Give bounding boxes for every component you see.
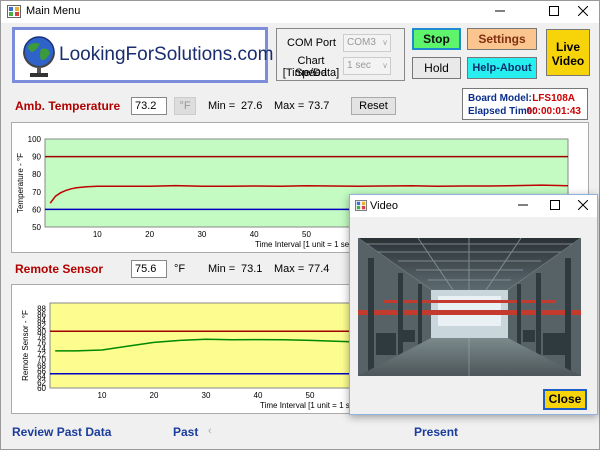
y-tick-label: 100 bbox=[28, 135, 42, 144]
remote-sensor-value: 75.6 bbox=[131, 260, 167, 278]
com-port-label: COM Port bbox=[287, 37, 336, 49]
remote-sensor-label: Remote Sensor bbox=[15, 262, 104, 276]
elapsed-time-value: 00:00:01:43 bbox=[526, 106, 581, 117]
y-tick-label: 80 bbox=[32, 170, 41, 179]
review-past-data-link[interactable]: Review Past Data bbox=[12, 425, 111, 439]
y-tick-label: 50 bbox=[32, 223, 41, 232]
remote-unit-label: °F bbox=[174, 263, 186, 275]
chevron-down-icon: ∨ bbox=[382, 61, 388, 70]
close-window-button[interactable] bbox=[565, 1, 600, 23]
y-tick-label: 90 bbox=[32, 153, 41, 162]
x-axis-label: Time Interval [1 unit = 1 seco bbox=[260, 401, 363, 410]
title-bar: Main Menu bbox=[1, 1, 599, 23]
y-axis-label: Temperature - °F bbox=[16, 153, 25, 213]
x-tick-label: 30 bbox=[202, 391, 211, 400]
x-tick-label: 30 bbox=[197, 230, 206, 239]
amb-unit-toggle[interactable]: °F bbox=[174, 97, 196, 115]
live-video-label-1: Live bbox=[555, 40, 580, 54]
past-label: Past bbox=[173, 425, 199, 439]
live-video-label-2: Video bbox=[551, 54, 585, 68]
chevron-left-icon[interactable]: ‹ bbox=[208, 425, 212, 437]
main-window: Main Menu LookingForSolutions.com COM Po… bbox=[0, 0, 600, 450]
minimize-button[interactable] bbox=[482, 1, 518, 23]
y-tick-label: 88 bbox=[37, 305, 46, 314]
y-tick-label: 60 bbox=[32, 205, 41, 214]
remote-max-label: Max = bbox=[274, 263, 305, 275]
x-tick-label: 10 bbox=[93, 230, 102, 239]
history-scrollbar[interactable]: ‹ bbox=[206, 425, 409, 439]
close-icon bbox=[577, 199, 589, 211]
video-window-title: Video bbox=[370, 200, 398, 212]
globe-icon bbox=[23, 36, 55, 77]
com-settings-group: COM Port COM3 ∨ Chart Speed [Time/Data] … bbox=[276, 28, 405, 81]
x-tick-label: 10 bbox=[98, 391, 107, 400]
present-label: Present bbox=[414, 425, 459, 439]
chevron-down-icon: ∨ bbox=[382, 38, 388, 47]
x-tick-label: 40 bbox=[250, 230, 259, 239]
amb-temperature-label: Amb. Temperature bbox=[15, 99, 121, 113]
x-tick-label: 20 bbox=[150, 391, 159, 400]
video-window: Video Close bbox=[349, 194, 598, 415]
y-axis-label: Remote Sensor - °F bbox=[21, 310, 30, 381]
reset-button[interactable]: Reset bbox=[351, 97, 396, 115]
live-video-button[interactable]: Live Video bbox=[546, 29, 590, 76]
remote-min-label: Min = bbox=[208, 263, 236, 275]
video-feed bbox=[358, 238, 581, 376]
board-model-label: Board Model: bbox=[468, 93, 532, 104]
maximize-icon bbox=[549, 6, 559, 16]
maximize-icon bbox=[550, 200, 560, 210]
x-tick-label: 20 bbox=[145, 230, 154, 239]
amb-min-value: 27.6 bbox=[241, 100, 263, 112]
stop-button[interactable]: Stop bbox=[412, 28, 461, 50]
x-axis-label: Time Interval [1 unit = 1 seco bbox=[255, 240, 358, 249]
chart-speed-select[interactable]: 1 sec ∨ bbox=[343, 57, 391, 75]
board-info-panel: Board Model: LFS108A Elapsed Time: 00:00… bbox=[462, 88, 588, 120]
video-minimize-button[interactable] bbox=[507, 195, 539, 217]
elapsed-time-label: Elapsed Time: bbox=[468, 106, 536, 117]
amb-max-label: Max = bbox=[274, 100, 305, 112]
close-icon bbox=[577, 5, 589, 17]
window-title: Main Menu bbox=[26, 5, 81, 17]
settings-button[interactable]: Settings bbox=[467, 28, 537, 50]
video-close-window-button[interactable] bbox=[567, 195, 599, 217]
hold-button[interactable]: Hold bbox=[412, 57, 461, 79]
chart-speed-value: 1 sec bbox=[347, 60, 371, 71]
help-about-button[interactable]: Help-About bbox=[467, 57, 537, 79]
minimize-icon bbox=[518, 204, 528, 206]
remote-max-value: 77.4 bbox=[308, 263, 330, 275]
amb-max-value: 73.7 bbox=[308, 100, 330, 112]
com-port-value: COM3 bbox=[347, 37, 376, 48]
company-logo: LookingForSolutions.com bbox=[12, 27, 273, 83]
app-icon bbox=[355, 200, 367, 211]
chart-speed-sublabel: [Time/Data] bbox=[282, 67, 340, 79]
minimize-icon bbox=[495, 10, 505, 12]
x-tick-label: 50 bbox=[302, 230, 311, 239]
app-icon bbox=[7, 5, 21, 18]
com-port-select[interactable]: COM3 ∨ bbox=[343, 34, 391, 52]
amb-min-label: Min = bbox=[208, 100, 236, 112]
remote-min-value: 73.1 bbox=[241, 263, 263, 275]
board-model-value: LFS108A bbox=[532, 93, 575, 104]
x-tick-label: 50 bbox=[306, 391, 315, 400]
y-tick-label: 70 bbox=[32, 188, 41, 197]
video-title-bar: Video bbox=[350, 195, 597, 217]
factory-interior-image bbox=[358, 238, 581, 376]
video-close-button[interactable]: Close bbox=[543, 389, 587, 410]
amb-temperature-value: 73.2 bbox=[131, 97, 167, 115]
x-tick-label: 40 bbox=[254, 391, 263, 400]
logo-text: LookingForSolutions.com bbox=[59, 44, 274, 65]
